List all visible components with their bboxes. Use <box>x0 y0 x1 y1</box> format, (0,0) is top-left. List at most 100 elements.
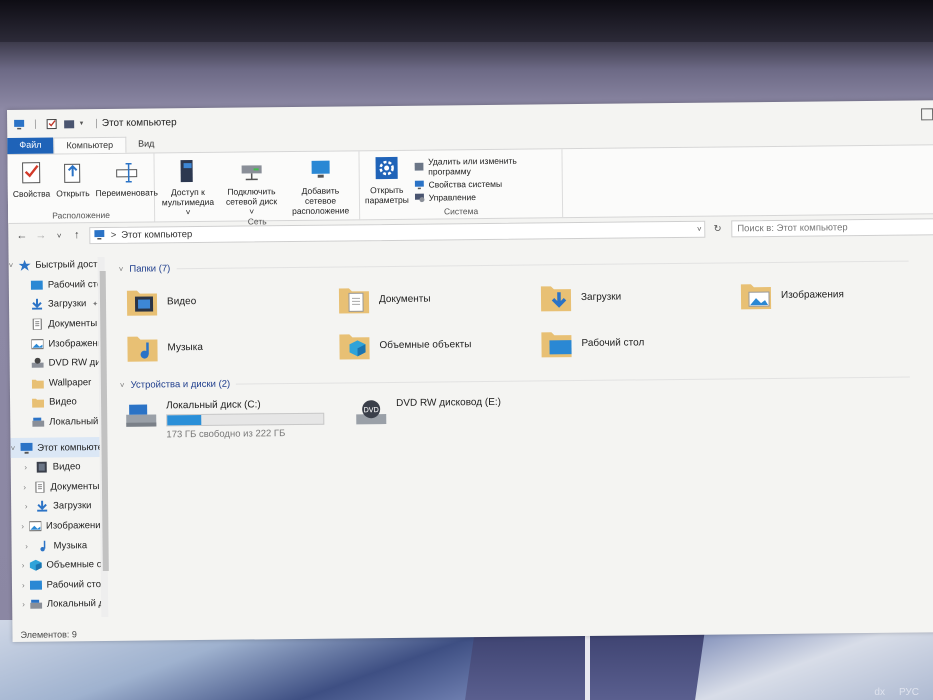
document-icon <box>34 481 45 493</box>
system-properties-label: Свойства системы <box>428 178 503 190</box>
nav-qa-documents-label: Документы <box>48 318 98 330</box>
nav-qa-dvd[interactable]: DVD RW дисково <box>10 353 101 374</box>
network-drive-icon <box>241 165 262 181</box>
expand-chevron-icon[interactable]: › <box>21 463 31 472</box>
refresh-button[interactable]: ↻ <box>714 223 724 234</box>
folder-video[interactable]: Видео <box>125 281 337 321</box>
tray-dx[interactable]: dx <box>874 687 885 698</box>
properties-check-icon[interactable] <box>46 118 58 129</box>
collapse-chevron-icon[interactable]: ˅ <box>9 261 14 270</box>
expand-chevron-icon[interactable]: › <box>22 600 25 609</box>
nav-pc-music[interactable]: › Музыка <box>11 535 100 556</box>
expand-chevron-icon[interactable]: › <box>22 581 25 590</box>
open-button[interactable]: Открыть <box>54 158 92 210</box>
folder-desktop[interactable]: Рабочий стол <box>539 322 739 362</box>
folder-documents[interactable]: Документы <box>337 278 539 318</box>
folder-3d-objects[interactable]: Объемные объекты <box>337 324 539 364</box>
expand-chevron-icon[interactable]: › <box>22 561 25 570</box>
nav-qa-desktop[interactable]: Рабочий стол ✦ <box>9 275 101 296</box>
media-access-button[interactable]: Доступ к мультимедиа ˅ <box>158 157 219 218</box>
nav-this-pc-label: Этот компьютер <box>37 441 101 454</box>
add-network-location-button[interactable]: Добавить сетевое расположение <box>285 155 357 216</box>
recent-locations-button[interactable]: ˅ <box>54 231 64 240</box>
folder-icon <box>31 379 44 389</box>
expand-chevron-icon[interactable]: › <box>21 502 31 511</box>
explorer-body: ˅ Быстрый доступ Рабочий стол ✦ Загрузки… <box>9 246 933 628</box>
nav-qa-video[interactable]: Видео <box>10 392 99 413</box>
folder-pictures[interactable]: Изображения <box>739 274 933 314</box>
folder-pictures-label: Изображения <box>780 288 844 301</box>
properties-button[interactable]: Свойства <box>11 159 53 211</box>
drive-dvd-info: DVD RW дисковод (E:) <box>396 397 501 409</box>
open-settings-button[interactable]: Открыть параметры <box>362 155 410 207</box>
tab-view[interactable]: Вид <box>126 136 166 152</box>
nav-pc-downloads[interactable]: › Загрузки <box>11 496 100 517</box>
nav-qa-downloads[interactable]: Загрузки ✦ <box>9 294 98 315</box>
folder-downloads[interactable]: Загрузки <box>539 276 739 316</box>
nav-pc-local-disk[interactable]: › Локальный диск <box>12 594 101 615</box>
nav-pc-local-disk-label: Локальный диск <box>46 598 101 611</box>
nav-pc-pictures[interactable]: › Изображения <box>11 516 101 537</box>
collapse-chevron-icon[interactable]: ˅ <box>119 264 124 273</box>
nav-pc-desktop[interactable]: › Рабочий стол <box>12 575 101 596</box>
expand-chevron-icon[interactable]: › <box>21 483 29 492</box>
folder-music[interactable]: Музыка <box>125 327 337 367</box>
computer-icon <box>20 442 33 454</box>
path-arrow: > <box>110 229 117 241</box>
address-dropdown-icon[interactable]: ˅ <box>697 224 705 233</box>
collapse-chevron-icon[interactable]: ˅ <box>120 380 125 389</box>
group-location-label: Расположение <box>52 209 111 221</box>
nav-pc-desktop-label: Рабочий стол <box>46 578 101 591</box>
map-drive-button[interactable]: Подключить сетевой диск ˅ <box>222 156 282 217</box>
nav-this-pc[interactable]: ˅ Этот компьютер <box>10 437 101 458</box>
uninstall-program-link[interactable]: Удалить или изменить программу <box>414 155 558 177</box>
computer-icon[interactable] <box>13 118 25 129</box>
drive-local-c[interactable]: Локальный диск (C:) 173 ГБ свободно из 2… <box>124 399 325 441</box>
downloads-folder-icon <box>540 286 572 312</box>
forward-button[interactable]: → <box>35 230 46 242</box>
expand-chevron-icon[interactable]: › <box>21 522 24 531</box>
nav-qa-local-disk[interactable]: Локальный диск <box>10 412 101 433</box>
ribbon: Свойства Открыть Переименовать Расположе… <box>7 144 933 226</box>
dvd-badge: DVD <box>363 406 379 414</box>
open-settings-line2: параметры <box>364 194 409 206</box>
add-network-location-line2: расположение <box>292 205 350 217</box>
content-pane: ˅ Папки (7) Видео Документы Загрузки Изо… <box>105 246 933 627</box>
folder-music-label: Музыка <box>167 341 203 353</box>
media-server-icon <box>180 160 193 183</box>
folder-icon <box>32 399 45 409</box>
nav-quick-access-label: Быстрый доступ <box>35 259 101 272</box>
folder-desktop-label: Рабочий стол <box>581 336 645 349</box>
back-button[interactable]: ← <box>16 230 27 242</box>
tab-file[interactable]: Файл <box>7 137 54 154</box>
collapse-chevron-icon[interactable]: ˅ <box>10 444 15 453</box>
up-button[interactable]: ↑ <box>72 229 82 241</box>
nav-pc-video[interactable]: › Видео <box>11 457 100 478</box>
properties-label: Свойства <box>12 188 51 199</box>
video-folder-icon <box>126 290 158 316</box>
nav-quick-access[interactable]: ˅ Быстрый доступ <box>9 255 101 276</box>
rename-button[interactable]: Переименовать <box>93 157 160 210</box>
drive-dvd-e[interactable]: DVD DVD RW дисковод (E:) <box>354 397 501 439</box>
hard-drive-icon <box>32 417 45 427</box>
folders-group-label: Папки (7) <box>129 262 171 275</box>
search-input[interactable]: Поиск в: Этот компьютер <box>731 217 933 237</box>
tab-computer[interactable]: Компьютер <box>53 136 127 154</box>
nav-pc-video-label: Видео <box>52 461 81 473</box>
expand-chevron-icon[interactable]: › <box>22 541 32 550</box>
rename-icon <box>116 162 138 183</box>
nav-qa-documents[interactable]: Документы ✦ <box>9 314 98 335</box>
system-properties-link[interactable]: Свойства системы <box>414 178 559 190</box>
nav-qa-wallpaper[interactable]: Wallpaper <box>10 373 99 394</box>
manage-link[interactable]: Управление <box>414 191 559 203</box>
nav-pc-3d-objects[interactable]: › Объемные объе <box>12 555 101 576</box>
nav-qa-wallpaper-label: Wallpaper <box>48 376 92 389</box>
nav-pc-3d-objects-label: Объемные объе <box>46 559 101 571</box>
new-folder-icon[interactable] <box>63 118 75 129</box>
nav-pc-documents[interactable]: › Документы <box>11 477 100 498</box>
quick-access-toolbar: | ▾ <box>13 118 83 130</box>
maximize-icon[interactable] <box>921 108 933 121</box>
qa-dropdown-icon[interactable]: ▾ <box>80 119 84 127</box>
tray-language[interactable]: РУС <box>899 687 919 698</box>
nav-qa-pictures[interactable]: Изображени ✦ <box>9 333 101 354</box>
